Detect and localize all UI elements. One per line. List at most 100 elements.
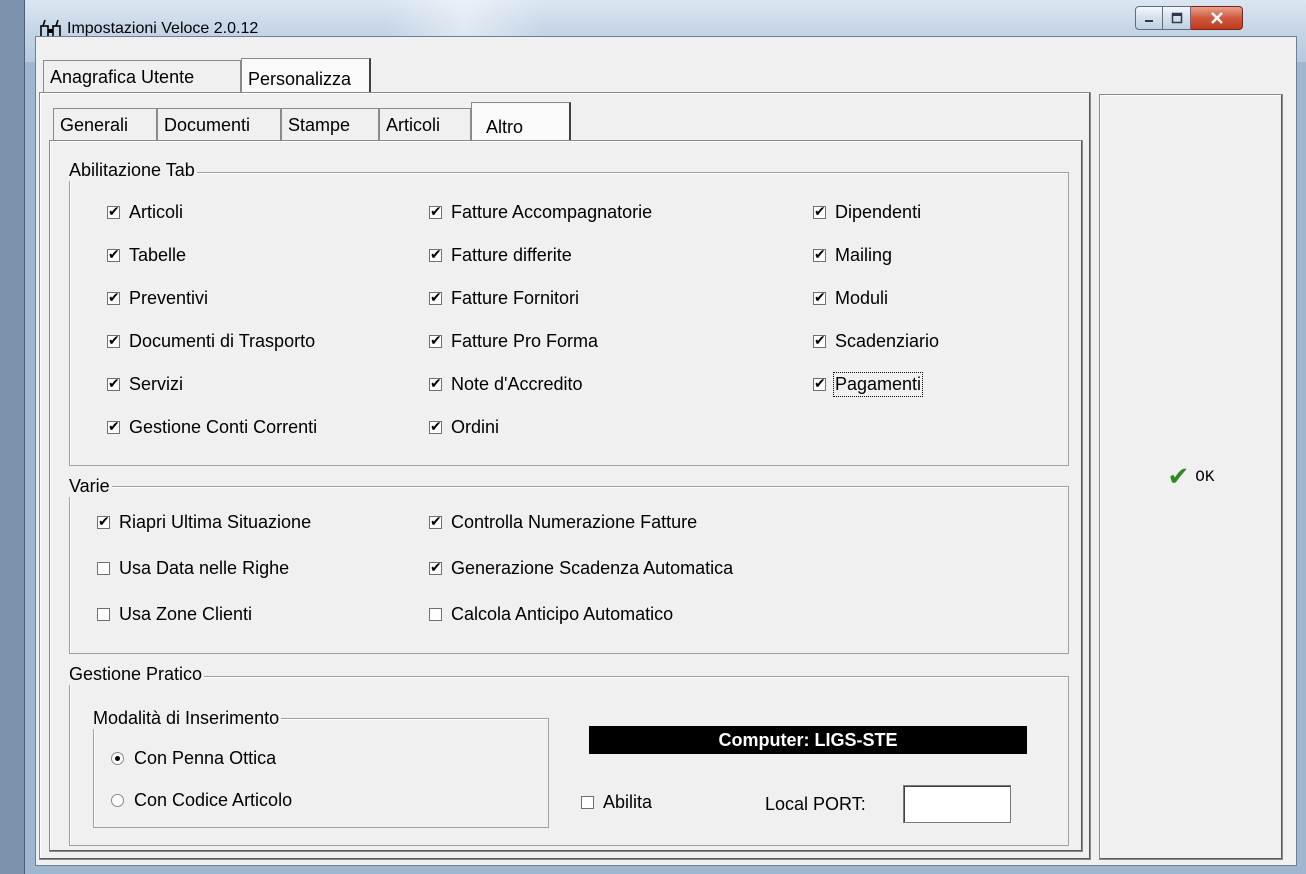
checkbox-riapri-ultima-situazione[interactable]: Riapri Ultima Situazione <box>97 512 311 533</box>
varie-label: Varie <box>67 476 112 497</box>
checkbox-fatture-accompagnatorie[interactable]: Fatture Accompagnatorie <box>429 202 652 223</box>
checkbox-box[interactable] <box>107 203 120 221</box>
checkbox-calcola-anticipo-automatico[interactable]: Calcola Anticipo Automatico <box>429 604 673 625</box>
abilita-checkbox[interactable]: Abilita <box>581 792 652 813</box>
checkbox-box[interactable] <box>429 608 442 621</box>
tab-altro[interactable]: Altro <box>471 102 571 142</box>
checkbox-articoli[interactable]: Articoli <box>107 202 183 223</box>
checkbox-box[interactable] <box>813 246 826 264</box>
tab-label: Stampe <box>288 115 351 135</box>
computer-name-banner: Computer: LIGS-STE <box>589 726 1027 754</box>
checkbox-box[interactable] <box>429 513 442 531</box>
tab-label: Generali <box>60 115 129 135</box>
tab-label: Articoli <box>386 115 441 135</box>
modalita-label: Modalità di Inserimento <box>91 708 282 729</box>
radio-dot[interactable] <box>111 794 124 807</box>
ok-label: OK <box>1195 468 1215 486</box>
checkbox-box[interactable] <box>813 375 826 393</box>
gestione-pratico-label: Gestione Pratico <box>67 664 205 685</box>
checkbox-box[interactable] <box>813 289 826 307</box>
checkbox-box[interactable] <box>581 796 594 809</box>
checkbox-label: Dipendenti <box>835 202 922 222</box>
checkbox-pagamenti[interactable]: Pagamenti <box>813 372 924 397</box>
checkbox-label: Gestione Conti Correnti <box>129 417 318 437</box>
checkbox-label: Tabelle <box>129 245 187 265</box>
checkmark-icon: ✔ <box>1167 462 1190 492</box>
checkbox-box[interactable] <box>107 418 120 436</box>
checkbox-gestione-conti-correnti[interactable]: Gestione Conti Correnti <box>107 417 317 438</box>
checkbox-label: Articoli <box>129 202 184 222</box>
checkbox-box[interactable] <box>429 559 442 577</box>
tab-documenti[interactable]: Documenti <box>157 108 281 140</box>
minimize-button[interactable] <box>1135 6 1163 30</box>
tab-label: Personalizza <box>248 69 352 89</box>
checkbox-box[interactable] <box>429 246 442 264</box>
checkbox-box[interactable] <box>107 332 120 350</box>
checkbox-label: Moduli <box>835 288 889 308</box>
maximize-button[interactable] <box>1163 6 1191 30</box>
checkbox-label: Abilita <box>603 792 653 812</box>
checkbox-label: Calcola Anticipo Automatico <box>451 604 674 624</box>
checkbox-box[interactable] <box>97 608 110 621</box>
tab-label: Documenti <box>164 115 251 135</box>
checkbox-box[interactable] <box>813 332 826 350</box>
checkbox-box[interactable] <box>97 562 110 575</box>
checkbox-ordini[interactable]: Ordini <box>429 417 499 438</box>
modalita-group <box>93 718 549 828</box>
checkbox-label: Fatture Pro Forma <box>451 331 599 351</box>
checkbox-label: Fatture Accompagnatorie <box>451 202 653 222</box>
checkbox-label: Ordini <box>451 417 500 437</box>
checkbox-preventivi[interactable]: Preventivi <box>107 288 208 309</box>
checkbox-usa-data-nelle-righe[interactable]: Usa Data nelle Righe <box>97 558 289 579</box>
checkbox-label: Preventivi <box>129 288 209 308</box>
checkbox-label: Note d'Accredito <box>451 374 583 394</box>
checkbox-label: Generazione Scadenza Automatica <box>451 558 734 578</box>
checkbox-label: Pagamenti <box>832 372 924 397</box>
checkbox-label: Documenti di Trasporto <box>129 331 316 351</box>
checkbox-mailing[interactable]: Mailing <box>813 245 892 266</box>
radio-con-codice-articolo[interactable]: Con Codice Articolo <box>111 790 292 811</box>
checkbox-box[interactable] <box>429 289 442 307</box>
checkbox-box[interactable] <box>107 246 120 264</box>
close-button[interactable] <box>1191 6 1243 30</box>
checkbox-tabelle[interactable]: Tabelle <box>107 245 186 266</box>
checkbox-fatture-differite[interactable]: Fatture differite <box>429 245 572 266</box>
checkbox-box[interactable] <box>107 375 120 393</box>
checkbox-scadenziario[interactable]: Scadenziario <box>813 331 939 352</box>
local-port-label: Local PORT: <box>765 794 866 814</box>
checkbox-moduli[interactable]: Moduli <box>813 288 888 309</box>
local-port-input[interactable] <box>903 785 1011 823</box>
checkbox-servizi[interactable]: Servizi <box>107 374 183 395</box>
tab-personalizza[interactable]: Personalizza <box>241 58 371 94</box>
radio-con-penna-ottica[interactable]: Con Penna Ottica <box>111 748 276 769</box>
checkbox-label: Fatture Fornitori <box>451 288 580 308</box>
checkbox-dipendenti[interactable]: Dipendenti <box>813 202 921 223</box>
checkbox-box[interactable] <box>107 289 120 307</box>
checkbox-box[interactable] <box>813 203 826 221</box>
checkbox-controlla-numerazione-fatture[interactable]: Controlla Numerazione Fatture <box>429 512 697 533</box>
tab-generali[interactable]: Generali <box>53 108 157 140</box>
checkbox-fatture-fornitori[interactable]: Fatture Fornitori <box>429 288 579 309</box>
checkbox-fatture-pro-forma[interactable]: Fatture Pro Forma <box>429 331 598 352</box>
ok-button[interactable]: ✔ OK <box>1101 96 1281 858</box>
checkbox-box[interactable] <box>97 513 110 531</box>
tab-anagrafica-utente[interactable]: Anagrafica Utente <box>43 60 241 92</box>
checkbox-box[interactable] <box>429 332 442 350</box>
radio-dot[interactable] <box>111 752 124 765</box>
settings-window: Impostazioni Veloce 2.0.12 Anagrafica Ut… <box>24 0 1306 874</box>
checkbox-box[interactable] <box>429 203 442 221</box>
tab-label: Altro <box>486 117 524 137</box>
tab-articoli[interactable]: Articoli <box>379 108 471 140</box>
close-icon <box>1210 12 1223 24</box>
checkbox-note-d-accredito[interactable]: Note d'Accredito <box>429 374 583 395</box>
checkbox-box[interactable] <box>429 375 442 393</box>
checkbox-generazione-scadenza-automatica[interactable]: Generazione Scadenza Automatica <box>429 558 733 579</box>
checkbox-box[interactable] <box>429 418 442 436</box>
checkbox-label: Controlla Numerazione Fatture <box>451 512 698 532</box>
checkbox-documenti-di-trasporto[interactable]: Documenti di Trasporto <box>107 331 315 352</box>
checkbox-label: Scadenziario <box>835 331 940 351</box>
checkbox-usa-zone-clienti[interactable]: Usa Zone Clienti <box>97 604 252 625</box>
radio-label: Con Penna Ottica <box>134 748 277 768</box>
abilitazione-tab-label: Abilitazione Tab <box>67 160 197 181</box>
tab-stampe[interactable]: Stampe <box>281 108 379 140</box>
